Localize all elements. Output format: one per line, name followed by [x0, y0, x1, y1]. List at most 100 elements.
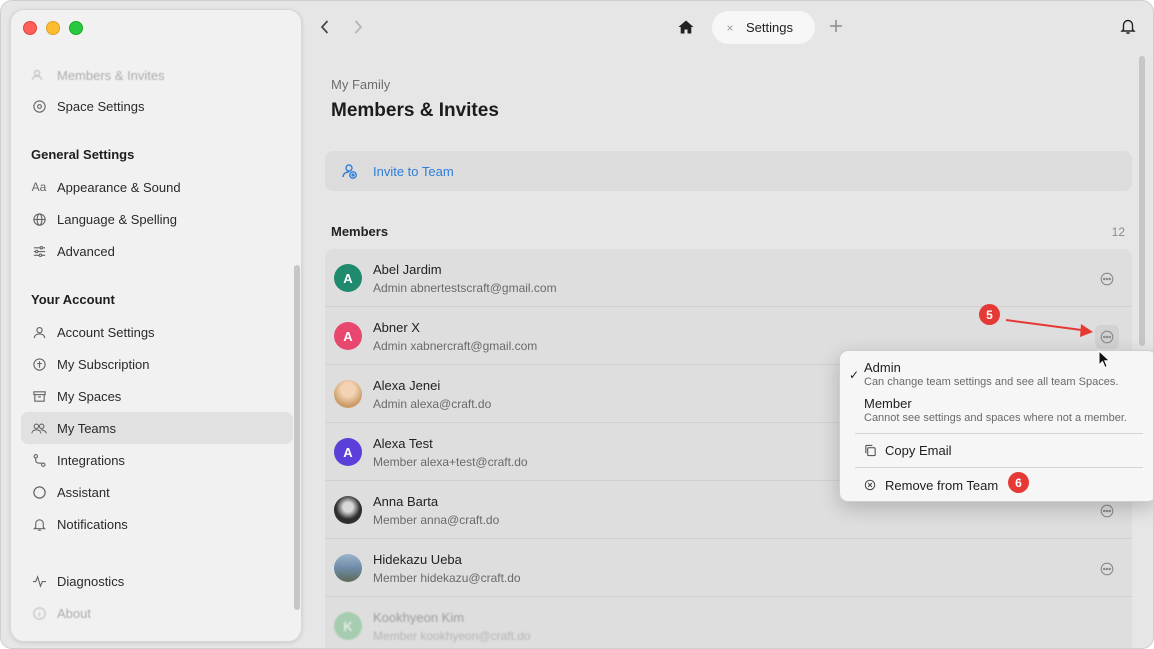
- sidebar-item-my-subscription[interactable]: My Subscription: [21, 348, 293, 380]
- member-name: Abel Jardim: [373, 262, 442, 277]
- member-email: hidekazu@craft.do: [420, 571, 521, 585]
- app-window: Members & Invites Space Settings General…: [0, 0, 1154, 649]
- member-email: kookhyeon@craft.do: [420, 629, 531, 643]
- avatar-photo: [334, 380, 362, 408]
- sidebar-item-language-spelling[interactable]: Language & Spelling: [21, 203, 293, 235]
- annotation-arrow: [1005, 319, 1093, 337]
- sidebar-scrollbar[interactable]: [294, 265, 300, 610]
- step-badge-6: 6: [1008, 472, 1029, 493]
- member-role-email: Admin abnertestscraft@gmail.com: [373, 281, 557, 295]
- add-person-icon: [340, 162, 358, 180]
- window-controls: [23, 21, 83, 35]
- sidebar-item-appearance-sound[interactable]: Aa Appearance & Sound: [21, 171, 293, 203]
- space-settings-icon: [31, 98, 47, 114]
- sidebar-item-members-invites[interactable]: Members & Invites: [21, 59, 293, 91]
- mouse-cursor-icon: [1098, 350, 1111, 369]
- member-name: Kookhyeon Kim: [373, 610, 465, 625]
- member-role: Admin: [373, 339, 408, 353]
- sidebar-item-advanced[interactable]: Advanced: [21, 235, 293, 267]
- back-button[interactable]: [315, 17, 335, 37]
- role-option-admin-desc: Can change team settings and see all tea…: [864, 376, 1119, 388]
- member-options-button[interactable]: [1095, 267, 1119, 291]
- more-options-icon: [1100, 272, 1114, 286]
- table-row[interactable]: A Abel Jardim Admin abnertestscraft@gmai…: [325, 249, 1132, 307]
- sidebar-item-about[interactable]: About: [21, 597, 293, 629]
- sidebar-item-notifications[interactable]: Notifications: [21, 508, 293, 540]
- more-options-icon: [1100, 330, 1114, 344]
- remove-from-team-label: Remove from Team: [885, 478, 999, 493]
- member-role: Member: [373, 571, 418, 585]
- new-tab-button[interactable]: [827, 17, 847, 37]
- notifications-button[interactable]: [1119, 17, 1139, 37]
- sidebar-item-label: About: [57, 605, 91, 621]
- avatar: K: [334, 612, 362, 640]
- forward-button[interactable]: [348, 17, 368, 37]
- member-role-email: Member alexa+test@craft.do: [373, 455, 528, 469]
- sidebar-item-label: Diagnostics: [57, 573, 125, 589]
- table-row[interactable]: K Kookhyeon Kim Member kookhyeon@craft.d…: [325, 597, 1132, 648]
- more-options-icon: [1100, 504, 1114, 518]
- member-role-email: Member kookhyeon@craft.do: [373, 629, 531, 643]
- member-name: Anna Barta: [373, 494, 439, 509]
- chevron-left-icon: [320, 20, 329, 34]
- sidebar-item-label: Notifications: [57, 516, 128, 532]
- members-heading: Members: [331, 224, 389, 239]
- sidebar-item-label: My Spaces: [57, 388, 122, 404]
- member-options-button[interactable]: [1095, 557, 1119, 581]
- member-options-button[interactable]: [1095, 325, 1119, 349]
- checkmark-icon: ✓: [849, 368, 860, 382]
- member-email: alexa+test@craft.do: [420, 455, 528, 469]
- tab-label: Settings: [746, 20, 793, 35]
- sidebar-item-assistant[interactable]: Assistant: [21, 476, 293, 508]
- minimize-window-button[interactable]: [46, 21, 60, 35]
- member-role-email: Member hidekazu@craft.do: [373, 571, 521, 585]
- member-role-email: Admin alexa@craft.do: [373, 397, 491, 411]
- home-button[interactable]: [677, 18, 697, 38]
- general-settings-heading: General Settings: [31, 147, 135, 162]
- sidebar-item-my-teams[interactable]: My Teams: [21, 412, 293, 444]
- member-role-menu: ✓ Admin Can change team settings and see…: [839, 350, 1153, 502]
- role-option-member[interactable]: Member: [864, 396, 912, 411]
- more-options-icon: [1100, 562, 1114, 576]
- content-scrollbar[interactable]: [1139, 56, 1145, 346]
- sidebar-item-my-spaces[interactable]: My Spaces: [21, 380, 293, 412]
- members-count: 12: [1111, 225, 1125, 239]
- sidebar-item-account-settings[interactable]: Account Settings: [21, 316, 293, 348]
- sidebar-item-integrations[interactable]: Integrations: [21, 444, 293, 476]
- remove-from-team-menu-item[interactable]: Remove from Team: [864, 478, 998, 493]
- member-options-button[interactable]: [1095, 499, 1119, 523]
- tab-settings[interactable]: × Settings: [712, 11, 815, 44]
- table-row[interactable]: Hidekazu Ueba Member hidekazu@craft.do: [325, 539, 1132, 597]
- sidebar-item-label: Language & Spelling: [57, 211, 177, 227]
- sidebar-item-label: Assistant: [57, 484, 110, 500]
- member-name: Hidekazu Ueba: [373, 552, 462, 567]
- sidebar-item-label: Appearance & Sound: [57, 179, 181, 195]
- archive-box-icon: [31, 388, 47, 404]
- team-icon: [31, 420, 47, 436]
- member-role-email: Admin xabnercraft@gmail.com: [373, 339, 537, 353]
- zoom-window-button[interactable]: [69, 21, 83, 35]
- people-icon: [31, 67, 47, 83]
- info-icon: [31, 605, 47, 621]
- tab-close-icon[interactable]: ×: [723, 21, 737, 35]
- close-window-button[interactable]: [23, 21, 37, 35]
- copy-icon: [864, 444, 878, 458]
- invite-label: Invite to Team: [373, 163, 454, 179]
- remove-circle-icon: [864, 479, 878, 493]
- integrations-icon: [31, 452, 47, 468]
- sidebar-item-space-settings[interactable]: Space Settings: [21, 90, 293, 122]
- step-badge-5: 5: [979, 304, 1000, 325]
- copy-email-menu-item[interactable]: Copy Email: [864, 443, 951, 458]
- breadcrumb: My Family: [331, 77, 391, 92]
- menu-divider: [855, 467, 1143, 468]
- sidebar-item-diagnostics[interactable]: Diagnostics: [21, 565, 293, 597]
- avatar-photo: [334, 554, 362, 582]
- sidebar-item-label: Advanced: [57, 243, 115, 259]
- member-email: alexa@craft.do: [410, 397, 492, 411]
- person-icon: [31, 324, 47, 340]
- invite-to-team-button[interactable]: Invite to Team: [325, 151, 1132, 191]
- sidebar-item-label: Members & Invites: [57, 67, 165, 83]
- role-option-admin[interactable]: Admin: [864, 360, 901, 375]
- pulse-icon: [31, 573, 47, 589]
- avatar: A: [334, 264, 362, 292]
